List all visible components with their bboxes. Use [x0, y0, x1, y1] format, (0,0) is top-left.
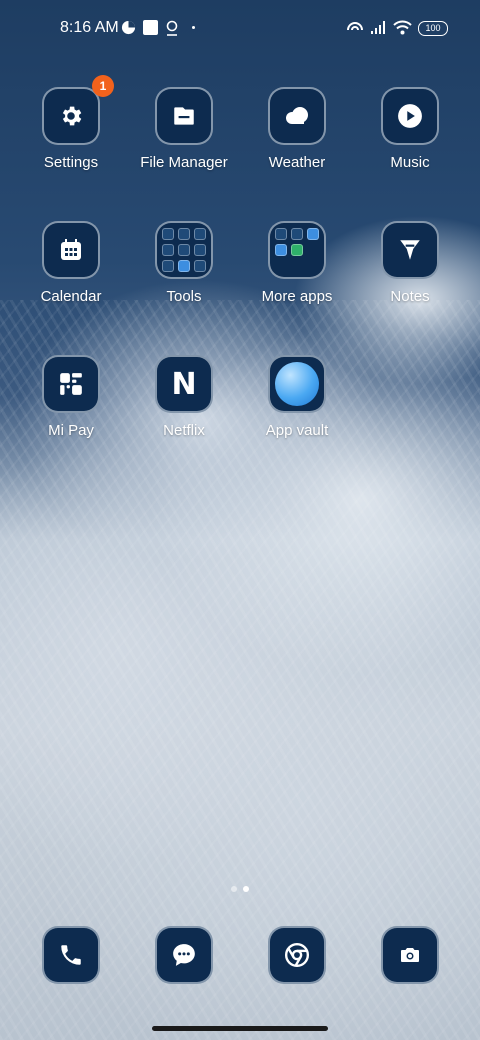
app-app-vault[interactable]: App vault — [242, 355, 352, 439]
app-vault-tile[interactable] — [268, 355, 326, 413]
app-label: Calendar — [40, 288, 102, 305]
mipay-icon — [60, 373, 82, 395]
app-calendar[interactable]: Calendar — [16, 221, 126, 305]
app-label: Weather — [268, 154, 326, 171]
pie-icon — [121, 20, 136, 35]
music-tile[interactable] — [381, 87, 439, 145]
app-label: Netflix — [163, 422, 205, 439]
app-label: More apps — [261, 288, 333, 305]
app-vault-icon — [275, 362, 319, 406]
notification-badge: 1 — [92, 75, 114, 97]
dock-camera[interactable] — [355, 926, 465, 984]
notes-icon — [400, 240, 420, 260]
app-label: Mi Pay — [48, 422, 94, 439]
app-label: App vault — [265, 422, 329, 439]
location-icon — [166, 20, 178, 36]
dock-messages[interactable] — [129, 926, 239, 984]
weather-tile[interactable] — [268, 87, 326, 145]
settings-tile[interactable]: 1 — [42, 75, 114, 145]
battery-level: 100 — [425, 23, 441, 33]
phone-tile[interactable] — [42, 926, 100, 984]
dock-phone[interactable] — [16, 926, 126, 984]
tools-folder-tile[interactable] — [155, 221, 213, 279]
dot-icon — [192, 26, 195, 29]
page-indicator — [0, 879, 480, 897]
hotspot-icon — [347, 22, 363, 31]
app-mi-pay[interactable]: Mi Pay — [16, 355, 126, 439]
status-bar: 8:16 AM 100 — [0, 0, 480, 56]
wifi-icon — [393, 20, 412, 35]
cloud-icon — [286, 107, 308, 124]
folder-grid-icon — [275, 228, 319, 272]
chrome-icon — [284, 942, 310, 968]
app-weather[interactable]: Weather — [242, 87, 352, 171]
messages-icon — [173, 944, 195, 966]
app-notes[interactable]: Notes — [355, 221, 465, 305]
page-dot[interactable] — [231, 886, 237, 892]
messages-tile[interactable] — [155, 926, 213, 984]
app-music[interactable]: Music — [355, 87, 465, 171]
camera-tile[interactable] — [381, 926, 439, 984]
chrome-tile[interactable] — [268, 926, 326, 984]
battery-icon: 100 — [418, 21, 448, 36]
more-apps-folder-tile[interactable] — [268, 221, 326, 279]
gear-icon — [62, 106, 82, 126]
square-icon — [143, 20, 158, 35]
play-icon — [398, 104, 422, 128]
calendar-tile[interactable] — [42, 221, 100, 279]
file-manager-tile[interactable] — [155, 87, 213, 145]
folder-tools[interactable]: Tools — [129, 221, 239, 305]
page-dot-active[interactable] — [243, 886, 249, 892]
notes-tile[interactable] — [381, 221, 439, 279]
app-label: Notes — [390, 288, 430, 305]
calendar-icon — [61, 239, 81, 260]
app-netflix[interactable]: N Netflix — [129, 355, 239, 439]
mi-pay-tile[interactable] — [42, 355, 100, 413]
netflix-tile[interactable]: N — [155, 355, 213, 413]
app-settings[interactable]: 1 Settings — [16, 75, 126, 171]
folder-grid-icon — [162, 228, 206, 272]
home-indicator[interactable] — [152, 1026, 328, 1031]
camera-icon — [401, 948, 419, 962]
clock: 8:16 AM — [60, 19, 119, 36]
dock-chrome[interactable] — [242, 926, 352, 984]
netflix-icon: N — [171, 366, 197, 402]
app-label: File Manager — [140, 154, 228, 171]
phone-icon — [61, 945, 81, 965]
app-label: Music — [390, 154, 430, 171]
app-file-manager[interactable]: File Manager — [129, 87, 239, 171]
app-label: Settings — [43, 154, 99, 171]
signal-icon — [371, 21, 385, 34]
folder-icon — [174, 107, 194, 125]
app-label: Tools — [166, 288, 202, 305]
folder-more-apps[interactable]: More apps — [242, 221, 352, 305]
